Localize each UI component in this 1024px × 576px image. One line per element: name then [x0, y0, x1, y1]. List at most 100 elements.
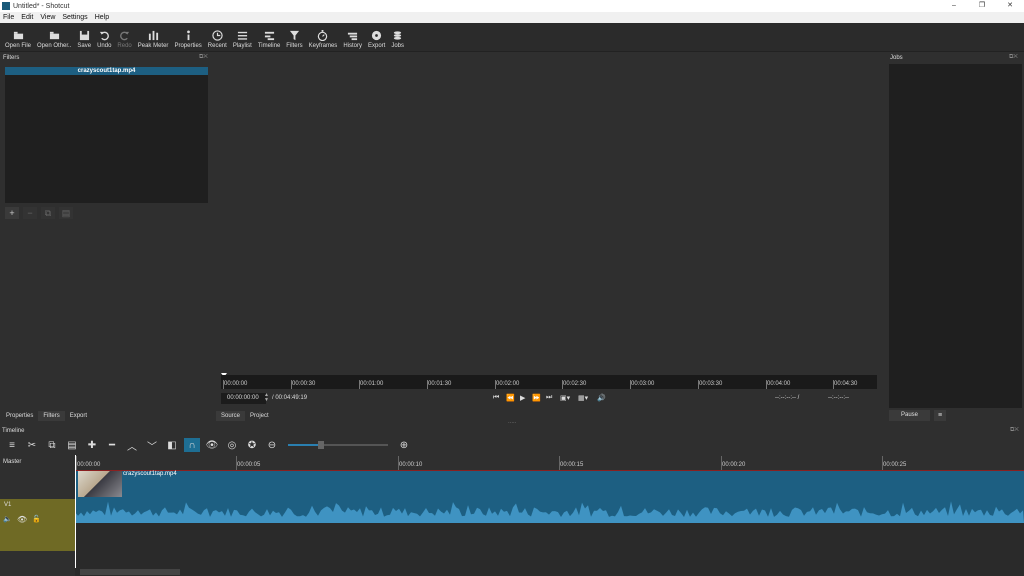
fast-forward-icon[interactable]: ⏩	[532, 394, 541, 402]
menu-settings[interactable]: Settings	[62, 14, 87, 21]
rewind-icon[interactable]: ⏪	[506, 394, 515, 402]
undo-button[interactable]: Undo	[94, 23, 114, 52]
ripple-all-tracks-icon[interactable]: ✪	[244, 438, 260, 452]
grid-icon[interactable]: ▦▾	[578, 394, 588, 402]
jobs-panel-dock-buttons[interactable]: ⧉✕	[1009, 54, 1018, 61]
timeline-menu-icon[interactable]: ≡	[4, 438, 20, 452]
filters-panel-dock-buttons[interactable]: ⧉✕	[199, 54, 208, 61]
pause-button[interactable]: Pause	[889, 410, 930, 421]
snap-icon[interactable]: ∩	[184, 438, 200, 452]
zoom-slider-handle[interactable]	[318, 441, 324, 449]
undo-label: Undo	[97, 43, 112, 49]
save-button[interactable]: Save	[74, 23, 94, 52]
cut-icon[interactable]: ✂	[24, 438, 40, 452]
window-controls: – ❐ ✕	[940, 0, 1024, 12]
tab-source[interactable]: Source	[216, 411, 246, 421]
peak-meter-icon	[148, 30, 158, 41]
track-headers: Master V1 🔈 👁 🔓	[0, 455, 75, 576]
export-label: Export	[367, 43, 386, 49]
append-icon[interactable]: ✚	[84, 438, 100, 452]
scrub-icon[interactable]: 👁	[204, 438, 220, 452]
tab-export[interactable]: Export	[65, 411, 92, 421]
jobs-button[interactable]: Jobs	[388, 23, 407, 52]
keyframes-button[interactable]: Keyframes	[306, 23, 341, 52]
viewer-ruler-tick: 00:04:30	[834, 381, 858, 387]
mute-icon[interactable]: 🔈	[3, 515, 12, 523]
timeline-ruler-tick: 00:00:00	[77, 462, 101, 468]
playlist-button[interactable]: Playlist	[230, 23, 255, 52]
filters-label: Filters	[286, 43, 303, 49]
zoom-in-icon[interactable]: ⊕	[396, 438, 412, 452]
filters-button[interactable]: Filters	[283, 23, 305, 52]
redo-label: Redo	[117, 43, 132, 49]
timecode-input[interactable]: 00:00:00:00	[221, 393, 266, 404]
maximize-button[interactable]: ❐	[968, 0, 996, 12]
tab-filters[interactable]: Filters	[38, 411, 65, 421]
open-other-button[interactable]: Open Other..	[34, 23, 74, 52]
open-file-label: Open File	[5, 43, 32, 49]
play-icon[interactable]: ▶	[520, 394, 525, 402]
paste-icon[interactable]: ▤	[64, 438, 80, 452]
export-button[interactable]: Export	[365, 23, 388, 52]
menu-file[interactable]: File	[3, 14, 14, 21]
viewer-ruler-tick: 00:01:30	[428, 381, 452, 387]
add-filter-button[interactable]: +	[5, 207, 19, 219]
audio-waveform	[75, 501, 1024, 523]
timeline-scrollbar[interactable]	[75, 568, 1024, 576]
timeline-button[interactable]: Timeline	[255, 23, 283, 52]
zoom-fit-icon[interactable]: ▣▾	[560, 394, 570, 402]
copy-filter-button[interactable]: ⧉	[41, 207, 55, 219]
jobs-panel: Jobs ⧉✕ Pause ≡	[887, 53, 1024, 423]
lock-icon[interactable]: 🔓	[32, 515, 41, 523]
track-header-v1[interactable]: V1 🔈 👁 🔓	[0, 499, 75, 551]
overwrite-icon[interactable]: ﹀	[144, 438, 160, 453]
remove-filter-button[interactable]: −	[23, 207, 37, 219]
open-file-button[interactable]: Open File	[2, 23, 34, 52]
master-label: Master	[3, 459, 22, 465]
zoom-out-icon[interactable]: ⊖	[264, 438, 280, 452]
properties-button[interactable]: Properties	[171, 23, 204, 52]
timeline-ruler[interactable]: 00:00:00 00:00:05 00:00:10 00:00:15 00:0…	[75, 455, 1024, 471]
volume-icon[interactable]: 🔊	[597, 394, 606, 402]
track-label: V1	[4, 502, 12, 508]
splitter-handle[interactable]: .....	[508, 419, 516, 425]
history-button[interactable]: History	[340, 23, 365, 52]
clip-thumbnail	[78, 471, 122, 497]
zoom-slider[interactable]	[288, 441, 388, 449]
viewer-ruler-tick: 00:01:00	[360, 381, 384, 387]
jobs-list[interactable]	[889, 64, 1022, 408]
skip-previous-icon[interactable]: ⏮	[493, 394, 499, 402]
filter-list[interactable]: crazyscout1tap.mp4	[5, 67, 208, 203]
timeline-panel-dock-buttons[interactable]: ⧉✕	[1010, 427, 1019, 434]
timeline-tracks[interactable]: 00:00:00 00:00:05 00:00:10 00:00:15 00:0…	[75, 455, 1024, 576]
timecode-spinner[interactable]: ▲ ▼	[264, 393, 269, 403]
ripple-icon[interactable]: ◎	[224, 438, 240, 452]
timeline-playhead[interactable]	[75, 455, 76, 576]
recent-button[interactable]: Recent	[205, 23, 230, 52]
redo-button[interactable]: Redo	[114, 23, 134, 52]
ripple-delete-icon[interactable]: ━	[104, 438, 120, 452]
timeline-scrollbar-handle[interactable]	[80, 569, 180, 575]
minimize-button[interactable]: –	[940, 0, 968, 12]
close-button[interactable]: ✕	[996, 0, 1024, 12]
clip-name: crazyscout1tap.mp4	[123, 471, 177, 477]
split-icon[interactable]: ◧	[164, 438, 180, 452]
menu-help[interactable]: Help	[95, 14, 109, 21]
title-bar: Untitled* - Shotcut – ❐ ✕	[0, 0, 1024, 12]
jobs-menu-button[interactable]: ≡	[934, 410, 946, 421]
open-other-label: Open Other..	[37, 43, 72, 49]
eye-icon[interactable]: 👁	[17, 515, 27, 524]
viewer-ruler[interactable]: 00:00:00 00:00:30 00:01:00 00:01:30 00:0…	[221, 375, 877, 389]
video-viewer[interactable]	[215, 53, 885, 375]
timeline-toolbar: ≡ ✂ ⧉ ▤ ✚ ━ ︿ ﹀ ◧ ∩ 👁 ◎ ✪ ⊖ ⊕	[0, 437, 1024, 453]
paste-filter-button[interactable]: ▤	[59, 207, 73, 219]
menu-edit[interactable]: Edit	[21, 14, 33, 21]
peak-meter-button[interactable]: Peak Meter	[135, 23, 172, 52]
tab-project[interactable]: Project	[245, 411, 274, 421]
lift-icon[interactable]: ︿	[124, 438, 140, 453]
copy-icon[interactable]: ⧉	[44, 438, 60, 452]
menu-view[interactable]: View	[40, 14, 55, 21]
tab-properties[interactable]: Properties	[1, 411, 38, 421]
timeline-clip[interactable]: crazyscout1tap.mp4	[75, 471, 1024, 523]
skip-next-icon[interactable]: ⏭	[546, 394, 552, 402]
